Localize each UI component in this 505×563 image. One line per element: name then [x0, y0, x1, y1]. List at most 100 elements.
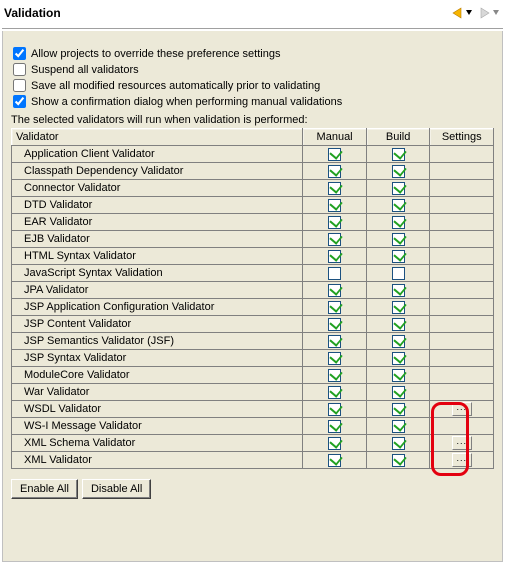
validator-name-cell: WSDL Validator [12, 401, 303, 418]
manual-checkbox[interactable] [328, 148, 341, 161]
build-checkbox[interactable] [392, 284, 405, 297]
table-row[interactable]: JPA Validator [12, 282, 494, 299]
manual-checkbox[interactable] [328, 284, 341, 297]
col-header-settings[interactable]: Settings [430, 129, 494, 146]
option-allow-override: Allow projects to override these prefere… [11, 47, 494, 60]
build-cell [366, 214, 430, 231]
settings-cell [430, 146, 494, 163]
build-cell [366, 180, 430, 197]
table-row[interactable]: EJB Validator [12, 231, 494, 248]
build-cell [366, 316, 430, 333]
table-row[interactable]: JSP Semantics Validator (JSF) [12, 333, 494, 350]
table-row[interactable]: WS-I Message Validator [12, 418, 494, 435]
table-row[interactable]: Application Client Validator [12, 146, 494, 163]
table-row[interactable]: Connector Validator [12, 180, 494, 197]
manual-checkbox[interactable] [328, 250, 341, 263]
table-row[interactable]: Classpath Dependency Validator [12, 163, 494, 180]
manual-checkbox[interactable] [328, 182, 341, 195]
enable-all-button[interactable]: Enable All [11, 479, 78, 499]
nav-arrows [449, 5, 501, 21]
build-checkbox[interactable] [392, 216, 405, 229]
settings-cell [430, 282, 494, 299]
build-checkbox[interactable] [392, 165, 405, 178]
manual-checkbox[interactable] [328, 233, 341, 246]
build-checkbox[interactable] [392, 199, 405, 212]
manual-checkbox[interactable] [328, 403, 341, 416]
allow-override-label[interactable]: Allow projects to override these prefere… [31, 48, 280, 60]
build-checkbox[interactable] [392, 437, 405, 450]
manual-cell [303, 214, 367, 231]
col-header-build[interactable]: Build [366, 129, 430, 146]
validator-name-cell: ModuleCore Validator [12, 367, 303, 384]
col-header-validator[interactable]: Validator [12, 129, 303, 146]
table-row[interactable]: XML Validator... [12, 452, 494, 469]
table-row[interactable]: JavaScript Syntax Validation [12, 265, 494, 282]
suspend-checkbox[interactable] [13, 63, 26, 76]
build-cell [366, 197, 430, 214]
validator-name-cell: JSP Syntax Validator [12, 350, 303, 367]
manual-checkbox[interactable] [328, 352, 341, 365]
validator-name-cell: EAR Validator [12, 214, 303, 231]
manual-checkbox[interactable] [328, 369, 341, 382]
build-checkbox[interactable] [392, 352, 405, 365]
build-checkbox[interactable] [392, 301, 405, 314]
build-checkbox[interactable] [392, 233, 405, 246]
manual-checkbox[interactable] [328, 318, 341, 331]
table-row[interactable]: EAR Validator [12, 214, 494, 231]
manual-checkbox[interactable] [328, 454, 341, 467]
manual-checkbox[interactable] [328, 267, 341, 280]
manual-cell [303, 333, 367, 350]
build-checkbox[interactable] [392, 403, 405, 416]
col-header-manual[interactable]: Manual [303, 129, 367, 146]
settings-cell [430, 248, 494, 265]
build-checkbox[interactable] [392, 250, 405, 263]
settings-button[interactable]: ... [452, 402, 472, 416]
table-row[interactable]: JSP Content Validator [12, 316, 494, 333]
manual-checkbox[interactable] [328, 420, 341, 433]
build-cell [366, 367, 430, 384]
manual-checkbox[interactable] [328, 165, 341, 178]
settings-cell [430, 163, 494, 180]
build-checkbox[interactable] [392, 267, 405, 280]
settings-button[interactable]: ... [452, 436, 472, 450]
build-checkbox[interactable] [392, 386, 405, 399]
build-cell [366, 350, 430, 367]
build-checkbox[interactable] [392, 454, 405, 467]
build-checkbox[interactable] [392, 420, 405, 433]
table-row[interactable]: War Validator [12, 384, 494, 401]
settings-button[interactable]: ... [452, 453, 472, 467]
suspend-label[interactable]: Suspend all validators [31, 64, 139, 76]
manual-checkbox[interactable] [328, 386, 341, 399]
table-row[interactable]: DTD Validator [12, 197, 494, 214]
manual-checkbox[interactable] [328, 335, 341, 348]
back-button[interactable] [449, 5, 474, 21]
table-row[interactable]: JSP Syntax Validator [12, 350, 494, 367]
confirm-dialog-checkbox[interactable] [13, 95, 26, 108]
build-checkbox[interactable] [392, 318, 405, 331]
table-row[interactable]: JSP Application Configuration Validator [12, 299, 494, 316]
build-checkbox[interactable] [392, 182, 405, 195]
manual-checkbox[interactable] [328, 437, 341, 450]
table-row[interactable]: ModuleCore Validator [12, 367, 494, 384]
manual-cell [303, 299, 367, 316]
validator-name-cell: JSP Application Configuration Validator [12, 299, 303, 316]
save-modified-checkbox[interactable] [13, 79, 26, 92]
forward-button[interactable] [476, 5, 501, 21]
manual-cell [303, 146, 367, 163]
validator-name-cell: Application Client Validator [12, 146, 303, 163]
table-row[interactable]: HTML Syntax Validator [12, 248, 494, 265]
validator-name-cell: JSP Semantics Validator (JSF) [12, 333, 303, 350]
table-row[interactable]: XML Schema Validator... [12, 435, 494, 452]
build-checkbox[interactable] [392, 335, 405, 348]
save-modified-label[interactable]: Save all modified resources automaticall… [31, 80, 320, 92]
manual-checkbox[interactable] [328, 301, 341, 314]
manual-checkbox[interactable] [328, 199, 341, 212]
disable-all-button[interactable]: Disable All [82, 479, 151, 499]
table-row[interactable]: WSDL Validator... [12, 401, 494, 418]
build-checkbox[interactable] [392, 369, 405, 382]
allow-override-checkbox[interactable] [13, 47, 26, 60]
build-checkbox[interactable] [392, 148, 405, 161]
build-cell [366, 231, 430, 248]
confirm-dialog-label[interactable]: Show a confirmation dialog when performi… [31, 96, 342, 108]
manual-checkbox[interactable] [328, 216, 341, 229]
